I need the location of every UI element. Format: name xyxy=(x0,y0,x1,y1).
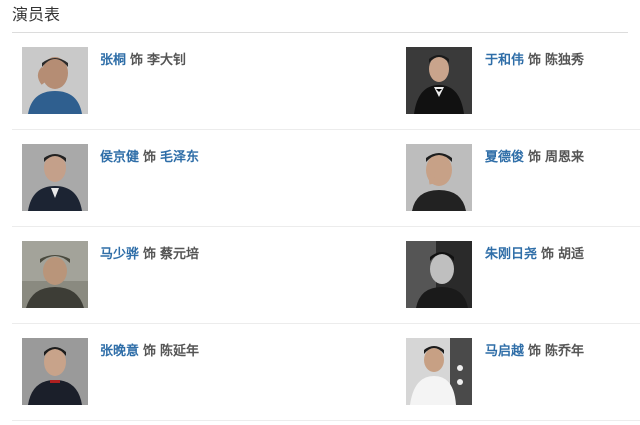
cast-info: 马启越饰陈乔年 xyxy=(485,340,584,359)
actor-name-link[interactable]: 侯京健 xyxy=(100,150,139,165)
actor-name-link[interactable]: 朱刚日尧 xyxy=(485,247,537,262)
cast-info: 侯京健饰毛泽东 xyxy=(100,146,199,165)
actor-photo[interactable] xyxy=(22,144,88,211)
actor-photo[interactable] xyxy=(406,144,472,211)
actor-name-link[interactable]: 张桐 xyxy=(100,53,126,68)
actor-photo[interactable] xyxy=(406,241,472,308)
cast-info: 于和伟饰陈独秀 xyxy=(485,49,584,68)
actor-name-link[interactable]: 夏德俊 xyxy=(485,150,524,165)
actor-photo-image xyxy=(406,144,472,211)
role-name: 李大钊 xyxy=(147,53,187,68)
section-title: 演员表 xyxy=(12,0,628,33)
cast-info: 夏德俊饰周恩来 xyxy=(485,146,584,165)
actor-name-link[interactable]: 马少骅 xyxy=(100,247,139,262)
role-prefix: 饰 xyxy=(528,344,542,359)
role-prefix: 饰 xyxy=(541,247,555,262)
role-prefix: 饰 xyxy=(130,53,144,68)
cast-card: 夏德俊饰周恩来 xyxy=(406,130,640,227)
cast-info: 马少骅饰蔡元培 xyxy=(100,243,199,262)
cast-card: 马少骅饰蔡元培 xyxy=(12,227,406,324)
cast-card: 张桐饰李大钊 xyxy=(12,33,406,130)
cast-card: 马启越饰陈乔年 xyxy=(406,324,640,421)
role-name: 蔡元培 xyxy=(160,247,200,262)
cast-list-page: 演员表 张桐饰李大钊 于和伟 饰 陈独秀 侯京健 饰 毛泽东 夏德俊 饰 周恩来… xyxy=(0,0,640,425)
actor-photo[interactable] xyxy=(406,47,472,114)
role-prefix: 饰 xyxy=(528,150,542,165)
actor-photo-image xyxy=(406,338,472,405)
actor-photo-image xyxy=(406,47,472,114)
role-prefix: 饰 xyxy=(143,150,157,165)
role-name: 胡适 xyxy=(558,247,585,262)
cast-info: 张晚意饰陈延年 xyxy=(100,340,199,359)
actor-photo-image xyxy=(22,144,88,211)
role-name-link[interactable]: 毛泽东 xyxy=(160,150,199,165)
role-name: 陈延年 xyxy=(160,344,200,359)
actor-name-link[interactable]: 于和伟 xyxy=(485,53,524,68)
cast-card: 张晚意饰陈延年 xyxy=(12,324,406,421)
role-prefix: 饰 xyxy=(143,344,157,359)
actor-photo-image xyxy=(22,47,88,114)
actor-photo[interactable] xyxy=(22,338,88,405)
cast-card: 于和伟饰陈独秀 xyxy=(406,33,640,130)
cast-info: 张桐饰李大钊 xyxy=(100,49,186,68)
cast-info: 朱刚日尧饰胡适 xyxy=(485,243,584,262)
cast-card: 朱刚日尧饰胡适 xyxy=(406,227,640,324)
actor-photo[interactable] xyxy=(22,241,88,308)
actor-photo[interactable] xyxy=(22,47,88,114)
actor-photo-image xyxy=(22,241,88,308)
role-name: 陈乔年 xyxy=(545,344,585,359)
cast-card: 侯京健饰毛泽东 xyxy=(12,130,406,227)
role-prefix: 饰 xyxy=(528,53,542,68)
cast-grid: 张桐饰李大钊 于和伟饰陈独秀 侯京健 饰 毛泽东 夏德俊 饰 周恩来 马少骅 饰… xyxy=(12,33,640,421)
actor-photo-image xyxy=(406,241,472,308)
role-prefix: 饰 xyxy=(143,247,157,262)
role-name: 周恩来 xyxy=(545,150,585,165)
role-name: 陈独秀 xyxy=(545,53,585,68)
actor-name-link[interactable]: 张晚意 xyxy=(100,344,139,359)
actor-photo[interactable] xyxy=(406,338,472,405)
actor-photo-image xyxy=(22,338,88,405)
actor-name-link[interactable]: 马启越 xyxy=(485,344,524,359)
